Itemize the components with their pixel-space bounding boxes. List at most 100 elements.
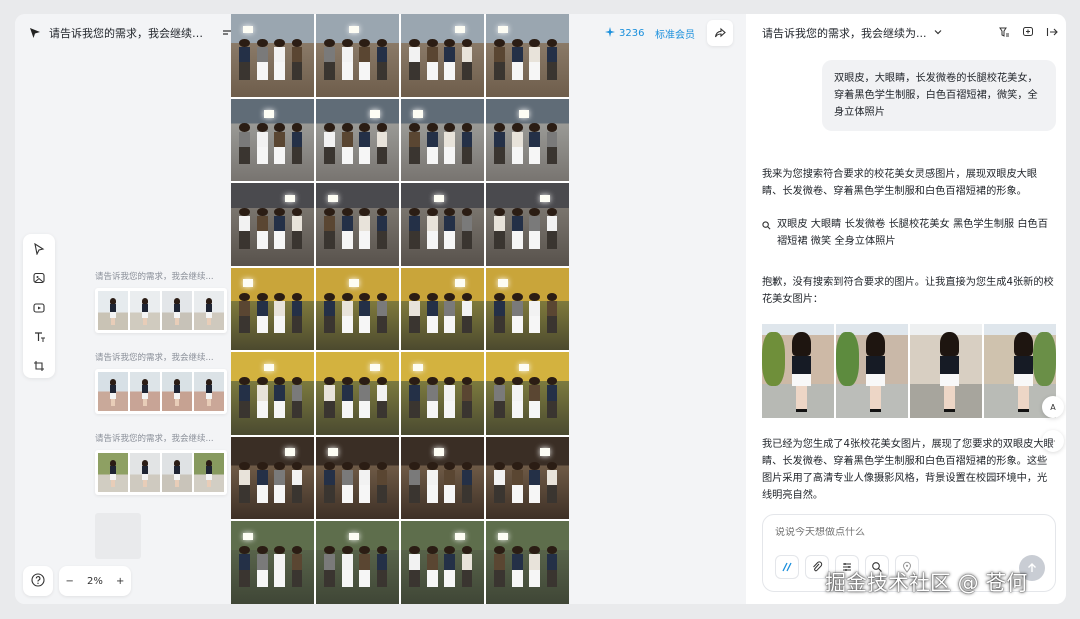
grid-image[interactable] — [231, 183, 314, 266]
chat-header: 请告诉我您的需求，我会继续为... — [762, 22, 1058, 44]
grid-image[interactable] — [231, 521, 314, 604]
help-icon — [31, 572, 45, 591]
translate-icon: A — [1050, 402, 1056, 412]
crop-tool[interactable] — [27, 357, 51, 378]
history-thumbnail[interactable] — [194, 291, 224, 330]
canvas-area[interactable]: 请告诉我您的需求，我会继续为... 请告诉我您的需求，我会继续... 请告诉我您… — [15, 14, 746, 604]
magic-icon — [781, 558, 793, 577]
grid-image[interactable] — [486, 14, 569, 97]
history-thumbnail[interactable] — [130, 291, 160, 330]
share-icon — [714, 24, 726, 43]
generated-image[interactable] — [836, 324, 908, 418]
grid-image[interactable] — [401, 436, 484, 520]
search-icon — [762, 216, 771, 250]
generated-image[interactable] — [762, 324, 834, 418]
video-tool[interactable] — [27, 298, 51, 319]
no-result-message: 抱歉，没有搜索到符合要求的图片。让我直接为您生成4张新的校花美女图片： — [762, 277, 1054, 305]
history-thumbnails[interactable] — [95, 288, 227, 333]
zoom-control: − 2% + — [59, 566, 131, 596]
canvas-title: 请告诉我您的需求，我会继续为... — [49, 27, 213, 40]
image-grid[interactable] — [231, 14, 569, 604]
pointer-logo-icon[interactable] — [29, 27, 41, 39]
chat-panel: 请告诉我您的需求，我会继续为... 双眼皮，大眼睛，长发微卷的长腿校花美女，穿着… — [746, 14, 1066, 604]
clean-icon[interactable] — [998, 26, 1010, 41]
chat-input[interactable] — [775, 527, 1035, 538]
generated-image[interactable] — [910, 324, 982, 418]
grid-image[interactable] — [401, 352, 484, 435]
generated-images — [762, 324, 1056, 418]
image-icon — [32, 272, 46, 287]
help-button[interactable] — [23, 566, 53, 596]
history-thumbnail[interactable] — [98, 291, 128, 330]
history-thumbnail[interactable] — [194, 372, 224, 411]
grid-image[interactable] — [231, 98, 314, 182]
image-tool[interactable] — [27, 269, 51, 290]
grid-image[interactable] — [231, 352, 314, 435]
grid-image[interactable] — [401, 183, 484, 266]
grid-image[interactable] — [401, 521, 484, 604]
grid-image[interactable] — [486, 436, 569, 520]
grid-image[interactable] — [231, 267, 314, 351]
canvas-header: 请告诉我您的需求，我会继续为... — [29, 22, 233, 44]
zoom-level: 2% — [87, 575, 103, 587]
crop-icon — [33, 360, 45, 375]
sparkle-icon — [605, 26, 615, 40]
assistant-summary-message: 我已经为您生成了4张校花美女图片，展现了您要求的双眼皮大眼睛、长发微卷、穿着黑色… — [762, 439, 1054, 501]
grid-image[interactable] — [486, 267, 569, 351]
credits-indicator[interactable]: 3236 — [605, 24, 644, 42]
grid-image[interactable] — [486, 98, 569, 182]
grid-image[interactable] — [401, 14, 484, 97]
search-query-text: 双眼皮 大眼睛 长发微卷 长腿校花美女 黑色学生制服 白色百褶短裙 微笑 全身立… — [777, 219, 1048, 247]
arrow-up-icon — [1026, 559, 1038, 578]
agent-mode-button[interactable] — [775, 555, 799, 579]
history-thumbnail[interactable] — [98, 372, 128, 411]
grid-image[interactable] — [316, 98, 399, 182]
zoom-in-button[interactable]: + — [116, 576, 124, 587]
history-thumbnail[interactable] — [162, 372, 192, 411]
history-label: 请告诉我您的需求，我会继续... — [95, 272, 214, 282]
paperclip-icon — [811, 558, 823, 577]
grid-image[interactable] — [316, 183, 399, 266]
history-placeholder — [95, 513, 141, 559]
grid-image[interactable] — [316, 14, 399, 97]
collapse-panel-icon[interactable] — [1046, 26, 1058, 41]
chat-title: 请告诉我您的需求，我会继续为... — [762, 27, 927, 40]
chevron-down-icon — [933, 27, 943, 40]
grid-image[interactable] — [316, 267, 399, 351]
chat-title-dropdown[interactable]: 请告诉我您的需求，我会继续为... — [762, 25, 998, 41]
translate-button[interactable]: A — [1042, 396, 1064, 418]
history-item[interactable]: 请告诉我您的需求，我会继续... — [95, 270, 227, 333]
history-thumbnail[interactable] — [130, 372, 160, 411]
grid-image[interactable] — [231, 436, 314, 520]
video-icon — [32, 302, 46, 317]
generation-history: 请告诉我您的需求，我会继续... 请告诉我您的需求，我会继续... 请告诉我您的… — [95, 270, 227, 559]
search-query-row: 双眼皮 大眼睛 长发微卷 长腿校花美女 黑色学生制服 白色百褶短裙 微笑 全身立… — [762, 216, 1056, 250]
history-thumbnail[interactable] — [162, 453, 192, 492]
history-thumbnail[interactable] — [162, 291, 192, 330]
zoom-out-button[interactable]: − — [66, 576, 74, 587]
history-label: 请告诉我您的需求，我会继续... — [95, 434, 214, 444]
grid-image[interactable] — [316, 521, 399, 604]
grid-image[interactable] — [316, 352, 399, 435]
select-tool[interactable] — [27, 240, 51, 261]
grid-image[interactable] — [486, 183, 569, 266]
share-button[interactable] — [707, 20, 733, 46]
history-item[interactable]: 请告诉我您的需求，我会继续... — [95, 351, 227, 414]
grid-image[interactable] — [401, 98, 484, 182]
grid-image[interactable] — [486, 352, 569, 435]
credits-count: 3236 — [619, 27, 645, 39]
history-thumbnail[interactable] — [98, 453, 128, 492]
history-thumbnails[interactable] — [95, 450, 227, 495]
text-tool[interactable] — [27, 328, 51, 349]
grid-image[interactable] — [486, 521, 569, 604]
history-thumbnails[interactable] — [95, 369, 227, 414]
text-icon — [33, 331, 46, 346]
grid-image[interactable] — [231, 14, 314, 97]
history-thumbnail[interactable] — [194, 453, 224, 492]
membership-badge[interactable]: 标准会员 — [655, 24, 695, 42]
history-thumbnail[interactable] — [130, 453, 160, 492]
new-chat-icon[interactable] — [1022, 26, 1034, 41]
grid-image[interactable] — [316, 436, 399, 520]
grid-image[interactable] — [401, 267, 484, 351]
history-item[interactable]: 请告诉我您的需求，我会继续... — [95, 432, 227, 495]
